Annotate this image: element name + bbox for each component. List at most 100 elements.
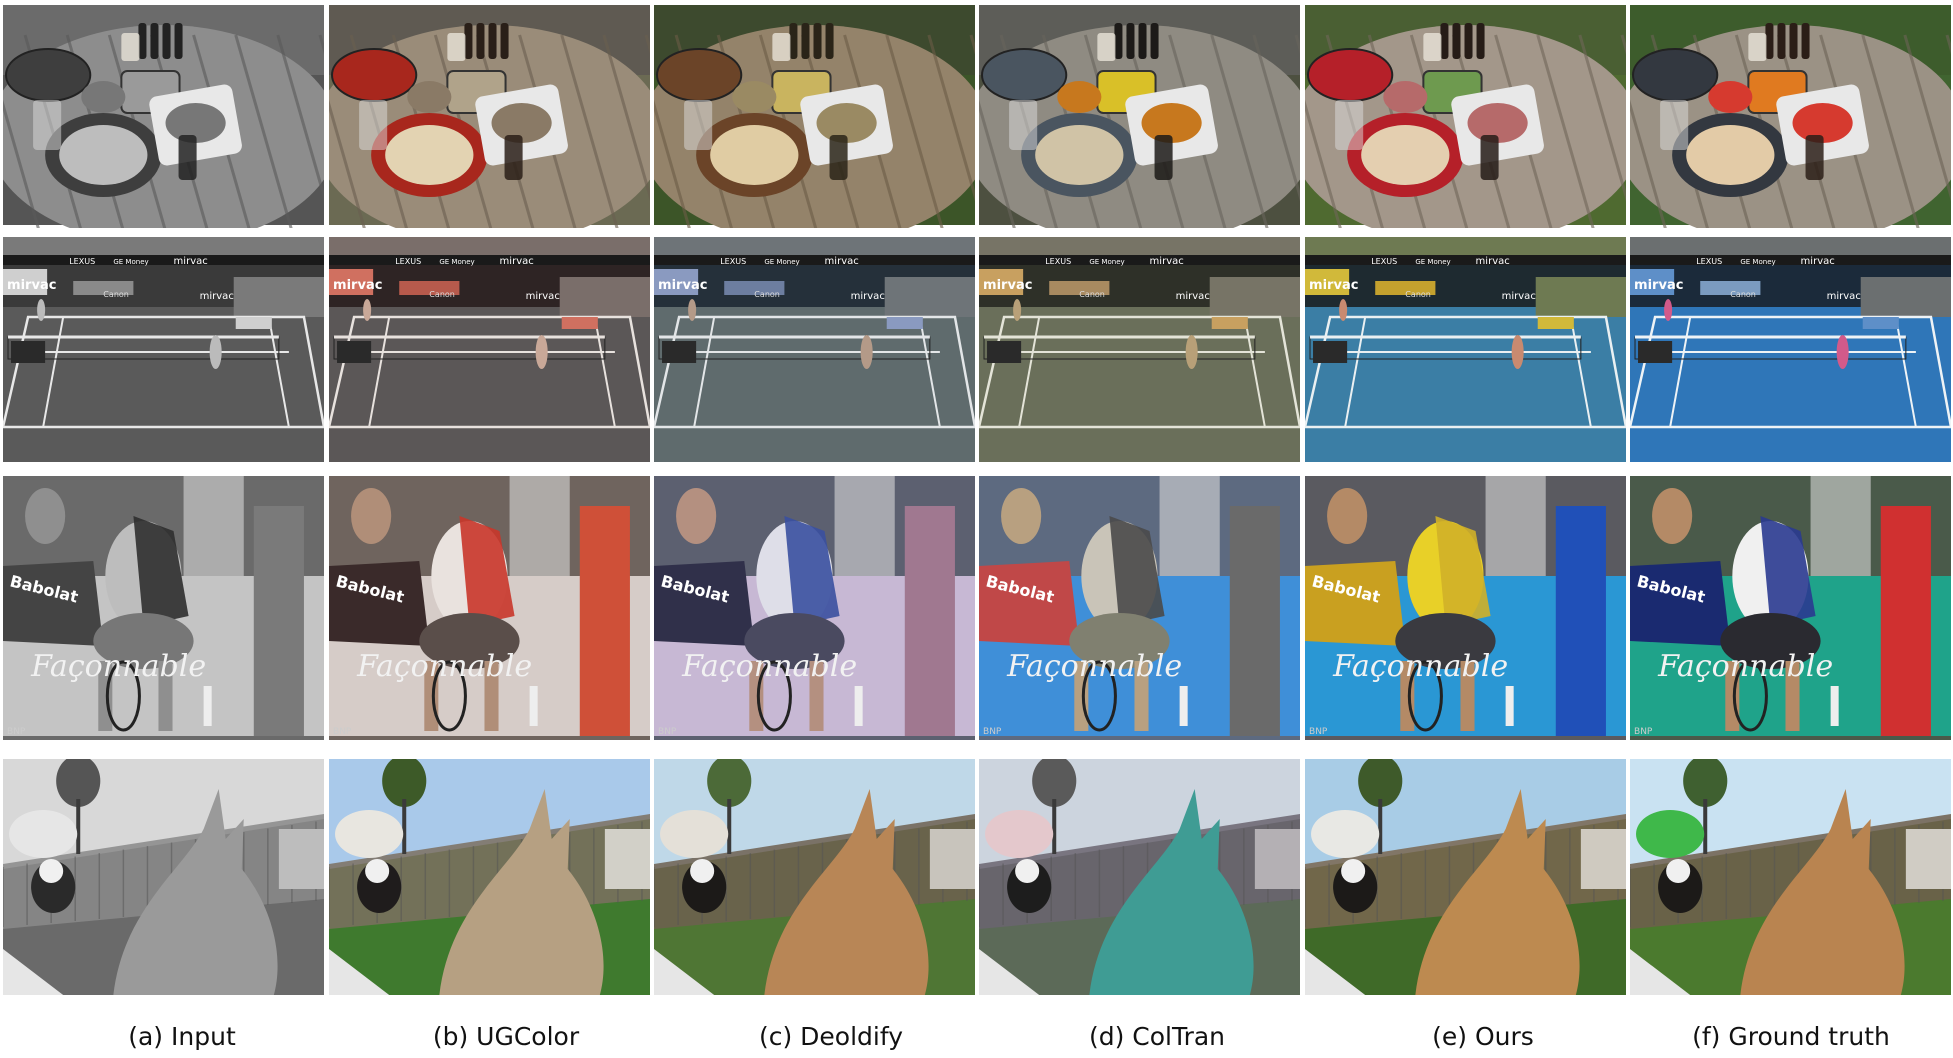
svg-text:GE Money: GE Money — [113, 257, 148, 266]
image-tennis-court-coltran: LEXUS GE Money mirvac mirvac mirvac Canon — [979, 237, 1300, 462]
svg-text:mirvac: mirvac — [1801, 256, 1835, 267]
image-food-table-deoldify — [654, 5, 975, 228]
food-table-scene — [1630, 5, 1951, 228]
image-dogs-yard-ours — [1305, 759, 1626, 995]
dogs-yard-scene — [1305, 759, 1626, 995]
image-tennis-court-ugcolor: LEXUS GE Money mirvac mirvac mirvac Canon — [329, 237, 650, 462]
food-table-scene — [3, 5, 324, 228]
svg-text:BNP: BNP — [7, 727, 26, 737]
tennis-player-bench-scene: BabolatFaçonnableBNP — [979, 476, 1300, 740]
svg-text:BNP: BNP — [658, 727, 677, 737]
svg-text:mirvac: mirvac — [1634, 278, 1684, 293]
svg-text:mirvac: mirvac — [1150, 256, 1184, 267]
svg-text:GE Money: GE Money — [1415, 257, 1450, 266]
caption-ground-truth: (f) Ground truth — [1692, 1022, 1890, 1051]
svg-text:Façonnable: Façonnable — [1657, 649, 1833, 684]
tennis-court-scene: LEXUS GE Money mirvac mirvac mirvac Canon — [1305, 237, 1626, 462]
svg-text:mirvac: mirvac — [200, 291, 234, 302]
image-tennis-player-bench-coltran: Babolat Façonnable BNP — [979, 476, 1300, 740]
svg-text:mirvac: mirvac — [526, 291, 560, 302]
image-dogs-yard-ugcolor — [329, 759, 650, 995]
tennis-player-bench-scene: BabolatFaçonnableBNP — [1305, 476, 1626, 740]
tennis-court-scene: LEXUS GE Money mirvac mirvac mirvac Canon — [654, 237, 975, 462]
dogs-yard-scene — [654, 759, 975, 995]
svg-text:BNP: BNP — [1309, 727, 1328, 737]
food-table-scene — [1305, 5, 1626, 228]
svg-text:mirvac: mirvac — [500, 256, 534, 267]
svg-text:mirvac: mirvac — [1176, 291, 1210, 302]
svg-text:BNP: BNP — [333, 727, 352, 737]
svg-text:Façonnable: Façonnable — [1006, 649, 1182, 684]
svg-text:GE Money: GE Money — [439, 257, 474, 266]
image-tennis-court-ours: LEXUS GE Money mirvac mirvac mirvac Canon — [1305, 237, 1626, 462]
image-tennis-court-gt: LEXUS GE Money mirvac mirvac mirvac Canon — [1630, 237, 1951, 462]
svg-text:Canon: Canon — [1405, 290, 1431, 299]
svg-text:Canon: Canon — [103, 290, 129, 299]
image-food-table-ours — [1305, 5, 1626, 228]
svg-text:mirvac: mirvac — [174, 256, 208, 267]
tennis-player-bench-scene: BabolatFaçonnableBNP — [1630, 476, 1951, 740]
svg-text:mirvac: mirvac — [1827, 291, 1861, 302]
svg-text:Façonnable: Façonnable — [1332, 649, 1508, 684]
svg-text:mirvac: mirvac — [7, 278, 57, 293]
svg-text:GE Money: GE Money — [1740, 257, 1775, 266]
svg-text:mirvac: mirvac — [825, 256, 859, 267]
dogs-yard-scene — [979, 759, 1300, 995]
caption-coltran: (d) ColTran — [1088, 1022, 1226, 1051]
svg-text:Façonnable: Façonnable — [30, 649, 206, 684]
svg-text:LEXUS: LEXUS — [1371, 257, 1397, 266]
image-tennis-player-bench-ugcolor: Babolat Façonnable BNP — [329, 476, 650, 740]
svg-text:GE Money: GE Money — [764, 257, 799, 266]
caption-ugcolor: (b) UGColor — [432, 1022, 580, 1051]
dogs-yard-scene — [329, 759, 650, 995]
caption-input: (a) Input — [128, 1022, 236, 1051]
svg-text:BNP: BNP — [983, 727, 1002, 737]
caption-ours: (e) Ours — [1432, 1022, 1534, 1051]
image-tennis-player-bench-deoldify: Babolat Façonnable BNP — [654, 476, 975, 740]
svg-text:LEXUS: LEXUS — [720, 257, 746, 266]
image-food-table-gray — [3, 5, 324, 228]
svg-text:Canon: Canon — [754, 290, 780, 299]
svg-text:LEXUS: LEXUS — [1045, 257, 1071, 266]
svg-text:LEXUS: LEXUS — [395, 257, 421, 266]
image-food-table-ugcolor — [329, 5, 650, 228]
tennis-court-scene: LEXUS GE Money mirvac mirvac mirvac Canon — [1630, 237, 1951, 462]
image-dogs-yard-gray — [3, 759, 324, 995]
tennis-court-scene: LEXUS GE Money mirvac mirvac mirvac Canon — [3, 237, 324, 462]
svg-text:GE Money: GE Money — [1089, 257, 1124, 266]
food-table-scene — [654, 5, 975, 228]
image-tennis-player-bench-ours: Babolat Façonnable BNP — [1305, 476, 1626, 740]
image-tennis-player-bench-gray: Babolat Façonnable BNP — [3, 476, 324, 740]
image-dogs-yard-coltran — [979, 759, 1300, 995]
image-tennis-court-deoldify: LEXUS GE Money mirvac mirvac mirvac Canon — [654, 237, 975, 462]
tennis-player-bench-scene: BabolatFaçonnableBNP — [329, 476, 650, 740]
image-dogs-yard-deoldify — [654, 759, 975, 995]
dogs-yard-scene — [1630, 759, 1951, 995]
caption-deoldify: (c) Deoldify — [758, 1022, 904, 1051]
image-tennis-player-bench-gt: Babolat Façonnable BNP — [1630, 476, 1951, 740]
svg-text:mirvac: mirvac — [983, 278, 1033, 293]
dogs-yard-scene — [3, 759, 324, 995]
svg-text:BNP: BNP — [1634, 727, 1653, 737]
svg-text:mirvac: mirvac — [1476, 256, 1510, 267]
tennis-court-scene: LEXUS GE Money mirvac mirvac mirvac Canon — [329, 237, 650, 462]
image-food-table-coltran — [979, 5, 1300, 228]
svg-text:LEXUS: LEXUS — [1696, 257, 1722, 266]
image-dogs-yard-gt — [1630, 759, 1951, 995]
svg-text:mirvac: mirvac — [1309, 278, 1359, 293]
svg-text:Canon: Canon — [1730, 290, 1756, 299]
image-food-table-gt — [1630, 5, 1951, 228]
svg-text:mirvac: mirvac — [658, 278, 708, 293]
svg-text:mirvac: mirvac — [333, 278, 383, 293]
image-tennis-court-gray: LEXUS GE Money mirvac mirvac mirvac Canon — [3, 237, 324, 462]
svg-text:Canon: Canon — [1079, 290, 1105, 299]
svg-text:Canon: Canon — [429, 290, 455, 299]
food-table-scene — [329, 5, 650, 228]
svg-text:mirvac: mirvac — [1502, 291, 1536, 302]
tennis-player-bench-scene: BabolatFaçonnableBNP — [654, 476, 975, 740]
svg-text:LEXUS: LEXUS — [69, 257, 95, 266]
tennis-player-bench-scene: BabolatFaçonnableBNP — [3, 476, 324, 740]
food-table-scene — [979, 5, 1300, 228]
svg-text:Façonnable: Façonnable — [681, 649, 857, 684]
svg-text:mirvac: mirvac — [851, 291, 885, 302]
